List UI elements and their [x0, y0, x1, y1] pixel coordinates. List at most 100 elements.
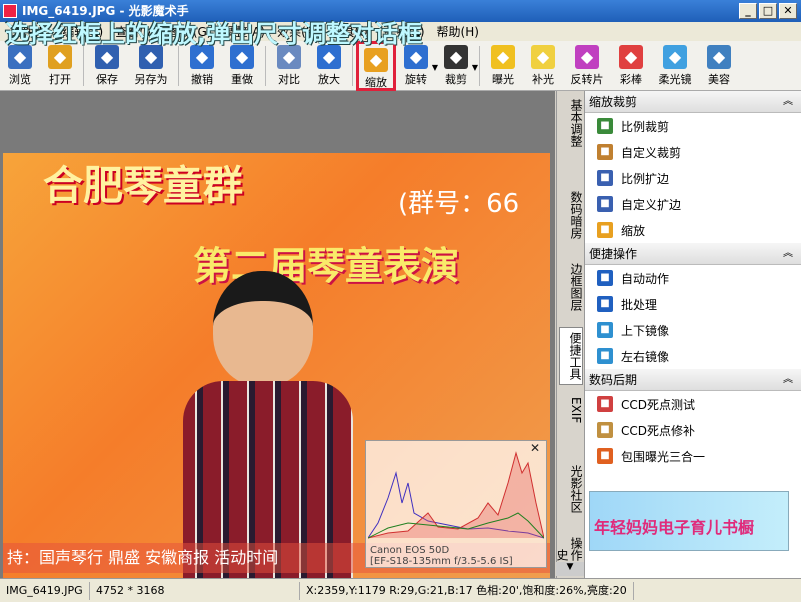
panel-item[interactable]: ■ 批处理	[585, 291, 801, 317]
panel-item[interactable]: ■ 左右镜像	[585, 343, 801, 369]
child-figure	[183, 271, 373, 578]
panel-section-header[interactable]: 便捷操作 ︽	[585, 243, 801, 265]
auto-action-icon: ■	[597, 270, 613, 286]
section-title: 缩放裁剪	[589, 95, 638, 109]
panel-item-label: 比例扩边	[621, 171, 670, 186]
camera-model: Canon EOS 50D	[370, 545, 450, 556]
panel-item-label: 包围曝光三合一	[621, 449, 706, 464]
histogram-red-curve	[368, 451, 544, 539]
toolbar-label: 彩棒	[620, 73, 642, 86]
film-icon: ◆	[575, 45, 599, 69]
histogram-panel: ✕ Canon EOS 50D [EF-S18-135mm f/3.5-5.6 …	[365, 440, 547, 568]
panel-item-label: 比例裁剪	[621, 119, 670, 134]
panel-item-label: 左右镜像	[621, 349, 670, 364]
vtab-2[interactable]: 数码暗房	[559, 187, 583, 243]
collapse-icon[interactable]: ︽	[783, 243, 793, 265]
toolbar-label: 反转片	[570, 73, 604, 86]
maximize-button[interactable]: □	[759, 3, 777, 19]
panel-item[interactable]: ■ 自动动作	[585, 265, 801, 291]
status-filename: IMG_6419.JPG	[0, 581, 90, 600]
vtab-6[interactable]: 光影社区	[559, 461, 583, 517]
panel-item[interactable]: ■ 包围曝光三合一	[585, 443, 801, 469]
beauty-icon: ◆	[707, 45, 731, 69]
panel-section-header[interactable]: 数码后期 ︽	[585, 369, 801, 391]
toolbar-separator	[178, 46, 179, 86]
panel-item[interactable]: ■ 上下镜像	[585, 317, 801, 343]
toolbar-separator	[352, 46, 353, 86]
status-bar: IMG_6419.JPG 4752 * 3168 X:2359,Y:1179 R…	[0, 578, 801, 602]
panel-item[interactable]: ■ CCD死点修补	[585, 417, 801, 443]
panel-item[interactable]: ■ CCD死点测试	[585, 391, 801, 417]
vtab-3[interactable]: 边框图层	[559, 259, 583, 315]
toolbar-separator	[479, 46, 480, 86]
status-pixel-info: X:2359,Y:1179 R:29,G:21,B:17 色相:20',饱和度:…	[300, 581, 634, 600]
flip-horizontal-icon: ■	[597, 348, 613, 364]
vtab-5[interactable]: EXIF	[559, 393, 583, 427]
panel-item[interactable]: ■ 比例裁剪	[585, 113, 801, 139]
resize-icon: ◆	[364, 48, 388, 72]
toolbar-label: 浏览	[9, 73, 31, 86]
section-title: 便捷操作	[589, 247, 638, 261]
vertical-tab-bar: 基本调整 数码暗房 边框图层 便捷工具 EXIF 光影社区 操作历史	[555, 91, 584, 578]
panel-item-label: 缩放	[621, 223, 646, 238]
ad-banner[interactable]: 年轻妈妈电子育儿书橱	[589, 491, 789, 551]
panel-item[interactable]: ■ 自定义扩边	[585, 191, 801, 217]
ad-text: 年轻妈妈电子育儿书橱	[594, 518, 755, 537]
panel-item[interactable]: ■ 缩放	[585, 217, 801, 243]
panel-item-label: 自定义扩边	[621, 197, 682, 212]
toolbar-separator	[83, 46, 84, 86]
toolbar-button-15[interactable]: ◆ 彩棒	[611, 41, 651, 91]
child-head	[213, 271, 313, 386]
menu-help[interactable]: 帮助(H)	[431, 23, 485, 40]
dropdown-arrow-icon[interactable]: ▼	[472, 63, 478, 72]
status-dimensions: 4752 * 3168	[90, 581, 300, 600]
collapse-icon[interactable]: ︽	[783, 369, 793, 391]
toolbar-button-13[interactable]: ◆ 补光	[523, 41, 563, 91]
toolbar-button-11[interactable]: ◆ 裁剪 ▼	[436, 41, 478, 91]
section-title: 数码后期	[589, 373, 638, 387]
batch-icon: ■	[597, 296, 613, 312]
panel-item-label: 自动动作	[621, 271, 670, 286]
color-wand-icon: ◆	[619, 45, 643, 69]
instruction-text: 选择红框上的缩放,弹出尺寸调整对话框	[5, 20, 423, 48]
vtab-1[interactable]: 基本调整	[559, 95, 583, 151]
toolbar-label: 裁剪	[445, 73, 467, 86]
panel-item-label: 批处理	[621, 297, 658, 312]
panel-item-label: CCD死点测试	[621, 397, 695, 412]
banner-group-number: (群号：66	[398, 189, 520, 219]
ratio-crop-icon: ■	[597, 118, 613, 134]
toolbar-button-17[interactable]: ◆ 美容	[699, 41, 739, 91]
toolbar-separator	[265, 46, 266, 86]
panel-item[interactable]: ■ 自定义裁剪	[585, 139, 801, 165]
toolbar-label: 另存为	[134, 73, 168, 86]
bracket-exposure-icon: ■	[597, 448, 613, 464]
panel-item[interactable]: ■ 比例扩边	[585, 165, 801, 191]
exposure-icon: ◆	[491, 45, 515, 69]
banner-title: 合肥琴童群	[43, 163, 243, 209]
fill-light-icon: ◆	[531, 45, 555, 69]
toolbar-button-12[interactable]: ◆ 曝光	[483, 41, 523, 91]
toolbar-button-16[interactable]: ◆ 柔光镜	[651, 41, 699, 91]
toolbar-label: 放大	[318, 73, 340, 86]
toolbar-label: 撤销	[191, 73, 213, 86]
collapse-icon[interactable]: ︽	[783, 91, 793, 113]
panel-item-label: 上下镜像	[621, 323, 670, 338]
toolbar-label: 保存	[96, 73, 118, 86]
flip-vertical-icon: ■	[597, 322, 613, 338]
tab-scroll-down-button[interactable]: ▼	[556, 562, 584, 576]
lens-info: [EF-S18-135mm f/3.5-5.6 IS]	[370, 556, 513, 567]
toolbar-label: 柔光镜	[658, 73, 692, 86]
toolbar-label: 缩放	[365, 76, 387, 89]
custom-crop-icon: ■	[597, 144, 613, 160]
panel-item-label: 自定义裁剪	[621, 145, 682, 160]
toolbar-label: 对比	[278, 73, 300, 86]
panel-section-header[interactable]: 缩放裁剪 ︽	[585, 91, 801, 113]
toolbar-button-14[interactable]: ◆ 反转片	[563, 41, 611, 91]
close-button[interactable]: ✕	[779, 3, 797, 19]
histogram-graph	[368, 451, 544, 539]
vtab-4[interactable]: 便捷工具	[559, 327, 583, 385]
minimize-button[interactable]: _	[739, 3, 757, 19]
toolbar-label: 曝光	[492, 73, 514, 86]
toolbar-label: 旋转	[405, 73, 427, 86]
resize-icon: ■	[597, 222, 613, 238]
